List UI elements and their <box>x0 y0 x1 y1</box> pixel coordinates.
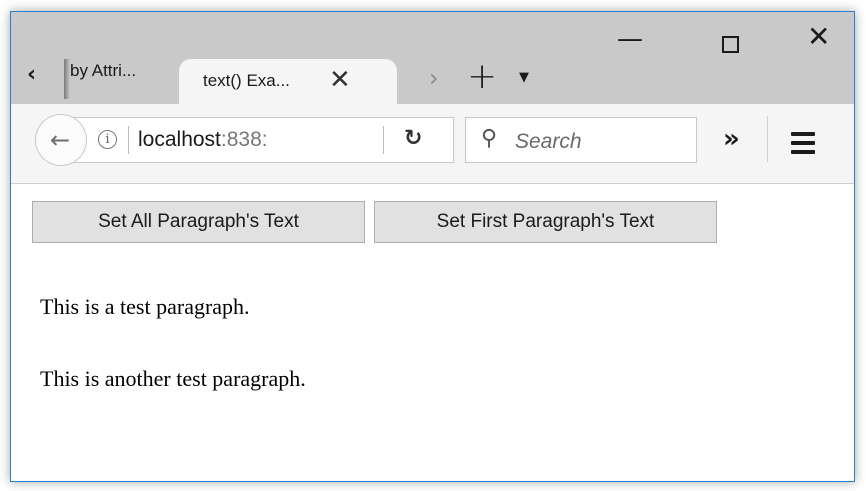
paragraph: This is a test paragraph. <box>40 294 250 319</box>
browser-window: ‹ by Attri... text() Exa... ✕ › + ▼ — ✕ … <box>10 11 855 482</box>
overflow-menu-icon[interactable]: » <box>723 124 740 154</box>
navigation-toolbar: ← i localhost:838: ↻ ⚲ Search » <box>11 104 854 184</box>
window-close-icon[interactable]: ✕ <box>807 20 830 53</box>
back-button[interactable]: ← <box>35 114 87 166</box>
tab-strip: ‹ by Attri... text() Exa... ✕ › + ▼ — ✕ <box>11 12 854 104</box>
divider <box>383 126 384 154</box>
set-all-paragraphs-text-button[interactable]: Set All Paragraph's Text <box>32 201 365 243</box>
search-icon: ⚲ <box>481 126 498 151</box>
set-first-paragraph-text-button[interactable]: Set First Paragraph's Text <box>374 201 717 243</box>
close-icon[interactable]: ✕ <box>329 65 351 95</box>
url-text[interactable]: localhost:838: <box>138 128 381 152</box>
chevron-left-icon: ‹ <box>27 62 37 87</box>
search-placeholder[interactable]: Search <box>515 130 582 154</box>
info-icon[interactable]: i <box>98 130 117 149</box>
hamburger-menu-icon[interactable] <box>791 132 815 159</box>
page-content: Set All Paragraph's Text Set First Parag… <box>11 184 854 481</box>
new-tab-plus-icon[interactable]: + <box>467 56 497 97</box>
divider <box>128 126 129 154</box>
chevron-right-icon[interactable]: › <box>429 64 439 92</box>
tab-list-dropdown-icon[interactable]: ▼ <box>519 70 529 85</box>
back-arrow-icon: ← <box>49 126 71 154</box>
tab-label: text() Exa... <box>203 71 290 90</box>
reload-icon[interactable]: ↻ <box>404 126 422 151</box>
tab-scroll-left-button[interactable]: ‹ <box>11 49 51 104</box>
minimize-icon[interactable]: — <box>617 24 643 54</box>
tab-inactive[interactable]: by Attri... <box>64 49 186 104</box>
divider <box>767 116 768 162</box>
paragraph: This is another test paragraph. <box>40 366 306 391</box>
tab-label: by Attri... <box>70 61 137 80</box>
tab-active[interactable]: text() Exa... ✕ <box>179 59 397 104</box>
url-host: localhost <box>138 128 221 151</box>
maximize-icon[interactable] <box>722 36 739 53</box>
url-port: :838: <box>220 128 268 151</box>
